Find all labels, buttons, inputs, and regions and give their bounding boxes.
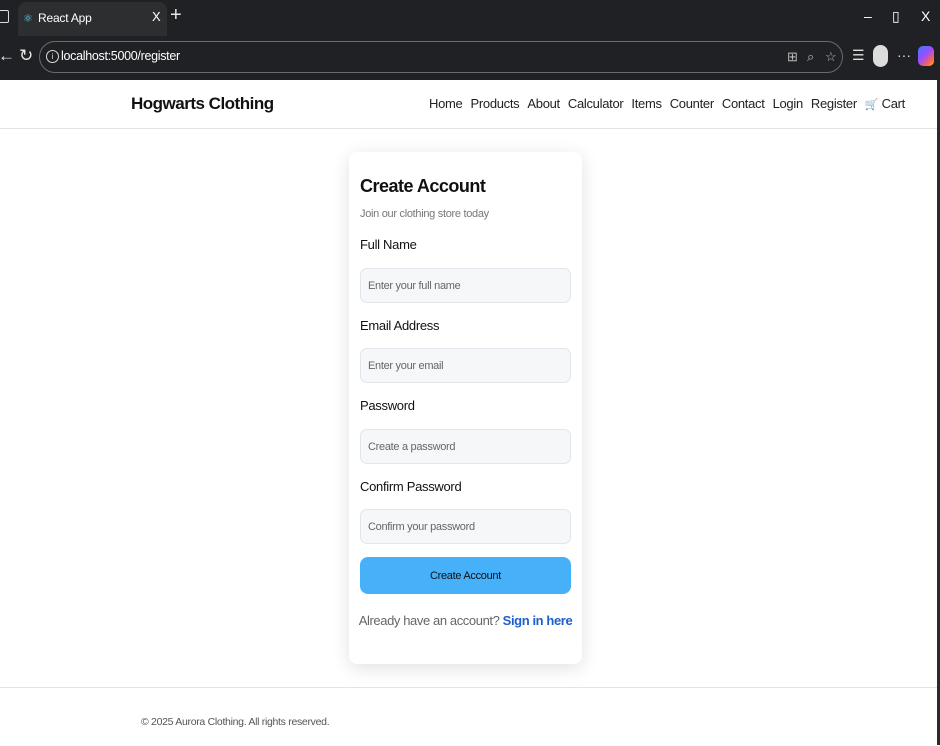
nav-about[interactable]: About — [527, 96, 560, 111]
tab-close-button[interactable]: X — [152, 9, 161, 24]
tab-actions-icon[interactable] — [0, 10, 9, 23]
signin-prompt-row: Already have an account? Sign in here — [349, 613, 582, 628]
nav-contact[interactable]: Contact — [722, 96, 765, 111]
more-menu-icon[interactable]: ··· — [897, 47, 911, 63]
nav-counter[interactable]: Counter — [670, 96, 714, 111]
nav-cart-label: Cart — [881, 96, 906, 111]
profile-avatar[interactable] — [873, 45, 888, 67]
nav-calculator[interactable]: Calculator — [568, 96, 624, 111]
confirm-password-label: Confirm Password — [360, 479, 462, 494]
copilot-icon[interactable] — [918, 46, 934, 66]
password-label: Password — [360, 398, 415, 413]
main-nav: Home Products About Calculator Items Cou… — [429, 96, 905, 111]
zoom-icon[interactable]: ⌕ — [807, 49, 814, 65]
copyright-text: © 2025 Aurora Clothing. All rights reser… — [141, 716, 330, 728]
email-input[interactable] — [360, 348, 571, 383]
password-input[interactable] — [360, 429, 571, 464]
browser-tab[interactable]: ⚛ React App X — [18, 2, 167, 36]
back-arrow-icon[interactable]: ← — [0, 46, 15, 66]
site-header: Hogwarts Clothing Home Products About Ca… — [0, 80, 937, 129]
full-name-input[interactable] — [360, 268, 571, 303]
form-title: Create Account — [360, 176, 486, 196]
url-text[interactable]: localhost:5000/register — [61, 49, 180, 63]
address-bar[interactable]: i localhost:5000/register ⊞ ⌕ ☆ — [39, 41, 843, 73]
nav-register[interactable]: Register — [811, 96, 857, 111]
nav-cart[interactable]: 🛒 Cart — [865, 96, 905, 111]
nav-login[interactable]: Login — [773, 96, 804, 111]
browser-titlebar: ⚛ React App X + – ▯ X — [0, 0, 940, 36]
nav-home[interactable]: Home — [429, 96, 463, 111]
cart-icon: 🛒 — [864, 99, 879, 111]
email-label: Email Address — [360, 318, 440, 333]
minimize-button[interactable]: – — [864, 8, 872, 24]
signin-link[interactable]: Sign in here — [503, 613, 573, 628]
brand-logo-text[interactable]: Hogwarts Clothing — [131, 94, 274, 114]
restore-button[interactable]: ▯ — [892, 8, 900, 25]
tab-title: React App — [38, 11, 92, 25]
refresh-icon[interactable]: ↻ — [19, 46, 33, 66]
site-footer: © 2025 Aurora Clothing. All rights reser… — [0, 687, 937, 746]
confirm-password-input[interactable] — [360, 509, 571, 544]
form-subtitle: Join our clothing store today — [360, 208, 489, 220]
reader-mode-icon[interactable]: ⊞ — [787, 49, 798, 65]
nav-products[interactable]: Products — [470, 96, 519, 111]
nav-items[interactable]: Items — [631, 96, 662, 111]
close-window-button[interactable]: X — [921, 8, 930, 24]
favorite-star-icon[interactable]: ☆ — [825, 49, 837, 65]
browser-toolbar: ← ↻ i localhost:5000/register ⊞ ⌕ ☆ ☰ ··… — [0, 36, 940, 80]
site-info-icon[interactable]: i — [46, 50, 59, 63]
create-account-button[interactable]: Create Account — [360, 557, 571, 594]
full-name-label: Full Name — [360, 237, 417, 252]
new-tab-button[interactable]: + — [170, 3, 182, 27]
react-favicon-icon: ⚛ — [23, 13, 33, 25]
signin-prompt-text: Already have an account? — [358, 613, 500, 628]
favorites-list-icon[interactable]: ☰ — [852, 47, 865, 64]
register-card: Create Account Join our clothing store t… — [349, 152, 582, 664]
